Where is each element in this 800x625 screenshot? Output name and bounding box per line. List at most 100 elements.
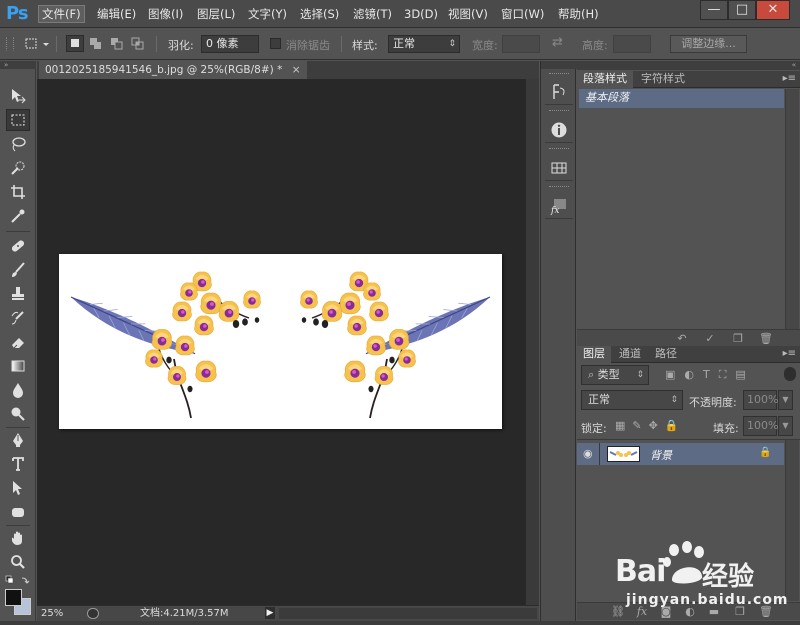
history-brush-tool[interactable] <box>6 307 30 329</box>
watermark-url: jingyan.baidu.com <box>626 592 789 608</box>
clear-override-icon[interactable]: ↶ <box>675 332 689 346</box>
layer-filter-select[interactable]: ⌕ 类型 ⇕ <box>581 365 649 385</box>
info-panel-button[interactable] <box>545 117 573 143</box>
right-panel-column: « 段落样式 字符样式 ▸≡ 基本段落 ↶ ✓ ❐ 🗑 图层 通道 路径 ▸≡ … <box>577 61 800 621</box>
eraser-tool[interactable] <box>6 331 30 353</box>
quick-selection-tool[interactable] <box>6 157 30 179</box>
dock-grip <box>549 186 569 189</box>
menu-layer[interactable]: 图层(L) <box>194 6 238 24</box>
dodge-tool[interactable] <box>6 403 30 425</box>
feather-input[interactable]: 0 像素 <box>201 35 259 53</box>
blend-mode-select[interactable]: 正常 ⇕ <box>581 390 683 410</box>
tab-channels[interactable]: 通道 <box>613 346 647 363</box>
rectangular-marquee-tool[interactable] <box>6 109 30 131</box>
tab-layers[interactable]: 图层 <box>577 346 611 363</box>
opacity-input[interactable]: 100% <box>743 390 778 410</box>
menu-type[interactable]: 文字(Y) <box>245 6 290 24</box>
menu-image[interactable]: 图像(I) <box>145 6 186 24</box>
layer-filter-icons[interactable]: ▣◐T⛶▤ <box>665 368 775 382</box>
panel-dock: fx <box>540 61 577 621</box>
type-tool[interactable] <box>6 453 30 475</box>
document-tab[interactable]: 0012025185941546_b.jpg @ 25%(RGB/8#) * × <box>39 61 307 79</box>
lasso-tool[interactable] <box>6 133 30 155</box>
vertical-scrollbar[interactable] <box>525 79 539 605</box>
pen-tool[interactable] <box>6 429 30 451</box>
document-size-info: 文档:4.21M/3.57M <box>140 608 229 619</box>
path-selection-tool[interactable] <box>6 477 30 499</box>
brush-tool[interactable] <box>6 259 30 281</box>
menu-bar: Ps 文件(F) 编辑(E) 图像(I) 图层(L) 文字(Y) 选择(S) 滤… <box>0 0 800 28</box>
styles-panel-button[interactable]: fx <box>545 193 573 219</box>
document-tab-bar: 0012025185941546_b.jpg @ 25%(RGB/8#) * × <box>37 61 539 79</box>
move-tool[interactable] <box>6 85 30 107</box>
eyedropper-tool[interactable] <box>6 205 30 227</box>
swap-dimensions-icon[interactable]: ⇄ <box>552 35 563 50</box>
maximize-button[interactable]: □ <box>728 0 756 20</box>
style-select-value: 正常 <box>393 37 415 50</box>
layer-name[interactable]: 背景 <box>650 447 672 463</box>
new-style-icon[interactable]: ❐ <box>731 332 745 346</box>
menu-window[interactable]: 窗口(W) <box>498 6 547 24</box>
blur-tool[interactable] <box>6 379 30 401</box>
status-menu-arrow-icon[interactable]: ▶ <box>265 607 275 619</box>
eyedropper-icon <box>11 209 25 223</box>
panel-menu-icon[interactable]: ▸≡ <box>783 73 796 84</box>
hand-tool[interactable] <box>6 527 30 549</box>
paragraph-style-item[interactable]: 基本段落 <box>579 89 784 108</box>
trash-icon[interactable]: 🗑 <box>759 332 773 346</box>
close-tab-icon[interactable]: × <box>292 64 301 76</box>
add-to-selection-button[interactable] <box>87 35 105 52</box>
horizontal-scrollbar[interactable] <box>279 608 537 619</box>
tab-character-styles[interactable]: 字符样式 <box>635 71 691 88</box>
healing-brush-tool[interactable] <box>6 235 30 257</box>
checkmark-icon[interactable]: ✓ <box>703 332 717 346</box>
subtract-selection-button[interactable] <box>108 35 126 52</box>
status-info-icon[interactable] <box>87 608 99 619</box>
lock-options-icons[interactable]: ▦✎✥🔒 <box>615 419 695 433</box>
clone-stamp-tool[interactable] <box>6 283 30 305</box>
history-panel-button[interactable] <box>545 79 573 105</box>
style-select[interactable]: 正常 ⇕ <box>388 35 460 53</box>
paragraph-styles-scrollbar[interactable] <box>785 89 799 329</box>
paragraph-styles-footer: ↶ ✓ ❐ 🗑 <box>577 329 800 347</box>
menu-select[interactable]: 选择(S) <box>297 6 342 24</box>
collapse-panels-icon[interactable]: « <box>577 61 800 70</box>
menu-view[interactable]: 视图(V) <box>445 6 491 24</box>
stamp-icon <box>12 287 24 300</box>
baidu-watermark: Bai 经验 jingyan.baidu.com <box>612 540 800 620</box>
panel-menu-icon[interactable]: ▸≡ <box>783 348 796 359</box>
minimize-button[interactable]: — <box>700 0 728 20</box>
close-button[interactable]: ✕ <box>756 0 790 20</box>
refine-edge-button[interactable]: 调整边缘... <box>670 35 747 53</box>
shape-tool[interactable] <box>6 501 30 523</box>
fill-dropdown-icon[interactable]: ▼ <box>778 416 793 436</box>
eye-icon[interactable]: ◉ <box>583 447 599 461</box>
canvas-area[interactable] <box>37 79 525 605</box>
foreground-color-swatch[interactable] <box>5 589 22 606</box>
antialias-checkbox[interactable] <box>270 38 281 49</box>
history-icon <box>553 83 565 99</box>
tab-paths[interactable]: 路径 <box>649 346 683 363</box>
filter-toggle-icon[interactable] <box>784 367 796 381</box>
svg-text:fx: fx <box>550 206 559 215</box>
zoom-level[interactable]: 25% <box>41 606 63 621</box>
layer-row[interactable]: ◉ 背景 🔒 <box>577 443 784 465</box>
height-input[interactable] <box>613 35 651 53</box>
menu-3d[interactable]: 3D(D) <box>401 6 441 24</box>
width-input[interactable] <box>502 35 540 53</box>
tab-paragraph-styles[interactable]: 段落样式 <box>577 71 633 88</box>
crop-tool[interactable] <box>6 181 30 203</box>
intersect-selection-button[interactable] <box>129 35 147 52</box>
tool-preset-picker[interactable] <box>22 35 50 52</box>
menu-filter[interactable]: 滤镜(T) <box>350 6 395 24</box>
zoom-tool[interactable] <box>6 551 30 573</box>
fill-input[interactable]: 100% <box>743 416 778 436</box>
menu-help[interactable]: 帮助(H) <box>555 6 602 24</box>
menu-file[interactable]: 文件(F) <box>38 5 85 23</box>
gradient-tool[interactable] <box>6 355 30 377</box>
swatches-panel-button[interactable] <box>545 155 573 181</box>
menu-edit[interactable]: 编辑(E) <box>94 6 139 24</box>
opacity-dropdown-icon[interactable]: ▼ <box>778 390 793 410</box>
default-colors-icon[interactable] <box>5 575 31 587</box>
new-selection-button[interactable] <box>66 35 84 52</box>
